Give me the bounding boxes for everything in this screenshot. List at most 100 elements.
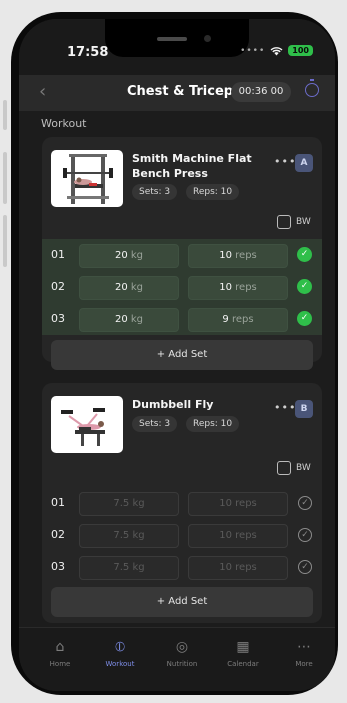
weight-unit: kg bbox=[130, 314, 144, 325]
set-number: 03 bbox=[51, 560, 65, 573]
bodyweight-toggle[interactable]: BW bbox=[277, 461, 311, 475]
reps-unit: reps bbox=[235, 530, 257, 541]
tab-nutrition[interactable]: ◎ Nutrition bbox=[152, 638, 212, 668]
more-options-icon[interactable]: ••• bbox=[274, 155, 296, 168]
bottom-tab-bar: ⌂ Home ⦶ Workout ◎ Nutrition ▦ Calendar … bbox=[19, 627, 335, 691]
sets-chip: Sets: 3 bbox=[132, 184, 178, 200]
set-row: 02 7.5 kg 10 reps ✓ bbox=[42, 519, 322, 551]
workout-header: ‹ Chest & Triceps 00:36 00 bbox=[19, 75, 335, 111]
silent-switch bbox=[3, 100, 7, 130]
reps-input[interactable]: 10 reps bbox=[188, 276, 288, 300]
weight-input[interactable]: 20 kg bbox=[79, 276, 179, 300]
set-complete-check-icon[interactable]: ✓ bbox=[297, 311, 312, 326]
bodyweight-toggle[interactable]: BW bbox=[277, 215, 311, 229]
volume-up-button bbox=[3, 152, 7, 204]
tab-calendar[interactable]: ▦ Calendar bbox=[213, 638, 273, 668]
battery-indicator: 100 bbox=[288, 45, 313, 56]
weight-value: 7.5 bbox=[113, 498, 130, 509]
exercise-thumbnail[interactable] bbox=[51, 396, 123, 453]
reps-chip: Reps: 10 bbox=[186, 416, 240, 432]
weight-input[interactable]: 20 kg bbox=[79, 244, 179, 268]
set-complete-check-icon[interactable]: ✓ bbox=[298, 528, 312, 542]
more-options-icon[interactable]: ••• bbox=[274, 401, 296, 414]
dumbbell-icon: ⦶ bbox=[114, 639, 126, 655]
weight-value: 20 bbox=[114, 314, 128, 325]
reps-value: 10 bbox=[219, 250, 232, 261]
set-number: 03 bbox=[51, 312, 65, 325]
weight-input[interactable]: 20 kg bbox=[79, 308, 179, 332]
set-complete-check-icon[interactable]: ✓ bbox=[297, 279, 312, 294]
notch bbox=[105, 19, 249, 57]
camera-dot bbox=[204, 35, 211, 42]
tab-home[interactable]: ⌂ Home bbox=[30, 638, 90, 668]
reps-input[interactable]: 10 reps bbox=[188, 524, 288, 548]
set-row: 03 7.5 kg 10 reps ✓ bbox=[42, 551, 322, 583]
reps-unit: reps bbox=[231, 314, 254, 325]
tab-label: Home bbox=[49, 660, 71, 668]
weight-unit: kg bbox=[130, 282, 144, 293]
reps-input[interactable]: 10 reps bbox=[188, 556, 288, 580]
tab-workout[interactable]: ⦶ Workout bbox=[90, 638, 150, 668]
weight-input[interactable]: 7.5 kg bbox=[79, 492, 179, 516]
set-complete-check-icon[interactable]: ✓ bbox=[298, 560, 312, 574]
tab-label: More bbox=[295, 660, 313, 668]
reps-unit: reps bbox=[235, 562, 257, 573]
nutrition-icon: ◎ bbox=[175, 639, 189, 655]
dumbbell-fly-image bbox=[61, 408, 105, 446]
weight-unit: kg bbox=[132, 562, 145, 573]
weight-input[interactable]: 7.5 kg bbox=[79, 556, 179, 580]
set-row: 01 20 kg 10 reps ✓ bbox=[42, 239, 322, 271]
reps-value: 10 bbox=[219, 530, 232, 541]
weight-value: 20 bbox=[114, 250, 128, 261]
bodyweight-checkbox[interactable] bbox=[277, 461, 291, 475]
stopwatch-icon[interactable] bbox=[305, 79, 319, 97]
exercise-thumbnail[interactable] bbox=[51, 150, 123, 207]
exercise-name[interactable]: Dumbbell Fly bbox=[132, 397, 267, 412]
tab-label: Calendar bbox=[227, 660, 259, 668]
signal-icon: •••• bbox=[240, 45, 266, 56]
superset-badge[interactable]: B bbox=[295, 400, 313, 418]
set-complete-check-icon[interactable]: ✓ bbox=[297, 247, 312, 262]
exercise-card: Dumbbell Fly Sets: 3 Reps: 10 ••• B BW 0… bbox=[42, 383, 322, 623]
weight-unit: kg bbox=[132, 530, 145, 541]
exercise-name[interactable]: Smith Machine Flat Bench Press bbox=[132, 151, 267, 181]
exercise-card: Smith Machine Flat Bench Press Sets: 3 R… bbox=[42, 137, 322, 370]
workout-timer[interactable]: 00:36 00 bbox=[231, 82, 291, 102]
bodyweight-label: BW bbox=[296, 463, 311, 473]
status-bar: 17:58 •••• 100 bbox=[19, 19, 335, 75]
add-set-button[interactable]: + Add Set bbox=[51, 587, 313, 617]
set-number: 01 bbox=[51, 248, 65, 261]
add-set-button[interactable]: + Add Set bbox=[51, 340, 313, 370]
bodyweight-checkbox[interactable] bbox=[277, 215, 291, 229]
back-chevron-icon[interactable]: ‹ bbox=[39, 81, 46, 102]
tab-label: Workout bbox=[105, 660, 135, 668]
set-row: 01 7.5 kg 10 reps ✓ bbox=[42, 487, 322, 519]
sets-chip: Sets: 3 bbox=[132, 416, 178, 432]
more-icon: ⋯ bbox=[297, 639, 311, 655]
calendar-icon: ▦ bbox=[236, 639, 250, 655]
status-time: 17:58 bbox=[67, 45, 109, 60]
reps-input[interactable]: 10 reps bbox=[188, 492, 288, 516]
set-number: 02 bbox=[51, 280, 65, 293]
reps-input[interactable]: 10 reps bbox=[188, 244, 288, 268]
weight-input[interactable]: 7.5 kg bbox=[79, 524, 179, 548]
set-complete-check-icon[interactable]: ✓ bbox=[298, 496, 312, 510]
reps-value: 10 bbox=[219, 562, 232, 573]
speaker-bar bbox=[157, 37, 187, 41]
volume-down-button bbox=[3, 215, 7, 267]
reps-value: 9 bbox=[222, 314, 229, 325]
set-number: 02 bbox=[51, 528, 65, 541]
bodyweight-label: BW bbox=[296, 217, 311, 227]
tab-more[interactable]: ⋯ More bbox=[274, 638, 334, 668]
set-row: 02 20 kg 10 reps ✓ bbox=[42, 271, 322, 303]
weight-value: 7.5 bbox=[113, 530, 130, 541]
reps-unit: reps bbox=[235, 282, 257, 293]
weight-value: 20 bbox=[114, 282, 128, 293]
set-number: 01 bbox=[51, 496, 65, 509]
reps-input[interactable]: 9 reps bbox=[188, 308, 288, 332]
app-screen: 17:58 •••• 100 ‹ Chest & Triceps 00:36 0… bbox=[19, 19, 335, 691]
superset-badge[interactable]: A bbox=[295, 154, 313, 172]
status-icons: •••• 100 bbox=[240, 45, 313, 56]
set-row: 03 20 kg 9 reps ✓ bbox=[42, 303, 322, 335]
wifi-icon bbox=[270, 46, 283, 55]
